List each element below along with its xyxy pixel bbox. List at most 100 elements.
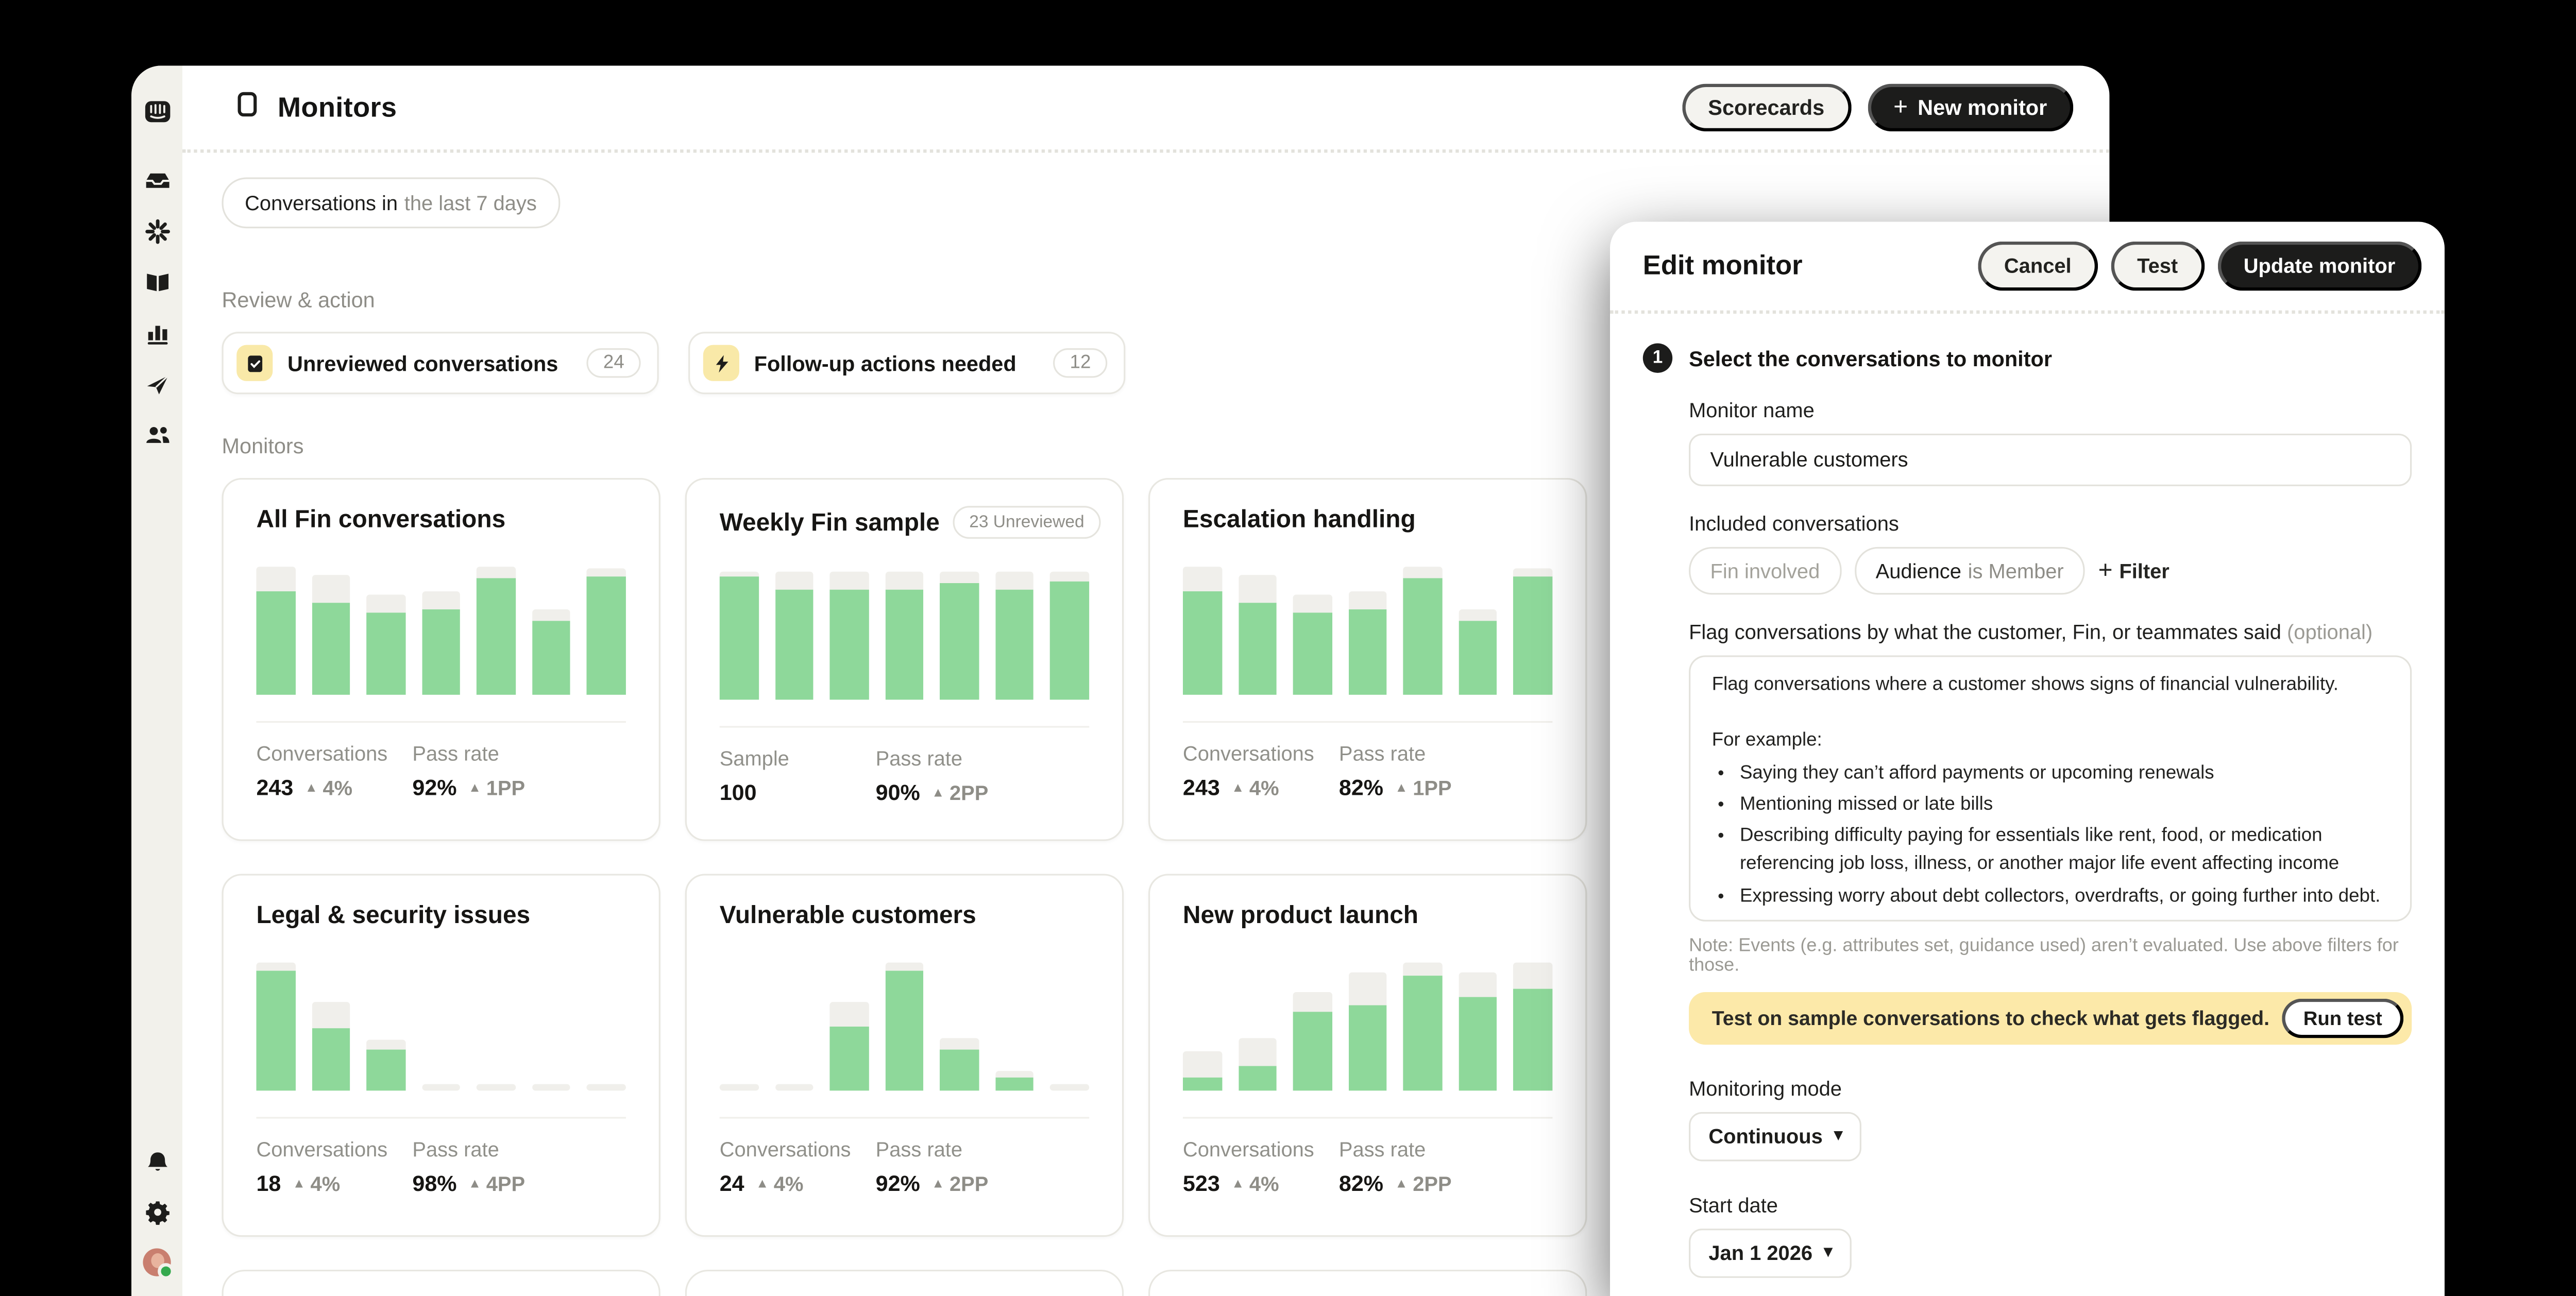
metric-delta: ▲2PP <box>931 781 988 804</box>
up-triangle-icon: ▲ <box>293 1177 306 1190</box>
audience-member-chip[interactable]: Audienceis Member <box>1854 547 2085 594</box>
up-triangle-icon: ▲ <box>468 1177 481 1190</box>
bar <box>1403 963 1442 1091</box>
bar-chart <box>256 963 625 1091</box>
fin-involved-chip[interactable]: Fin involved <box>1689 547 1841 594</box>
bar <box>256 567 295 695</box>
panel-title: Edit monitor <box>1643 250 1803 282</box>
scorecards-button[interactable]: Scorecards <box>1682 84 1851 131</box>
unreviewed-conversations-card[interactable]: Unreviewed conversations 24 <box>222 332 658 394</box>
filter-suffix: the last 7 days <box>404 191 537 214</box>
monitoring-mode-label: Monitoring mode <box>1689 1078 2412 1101</box>
events-note: Note: Events (e.g. attributes set, guida… <box>1689 936 2412 976</box>
metric-delta: ▲2PP <box>931 1172 988 1195</box>
card-metrics: Conversations 243▲4% Pass rate 82%▲1PP <box>1183 742 1552 800</box>
user-avatar[interactable] <box>143 1248 171 1276</box>
bar <box>1238 1038 1277 1090</box>
metric-delta: ▲4% <box>293 1172 340 1195</box>
monitor-card[interactable]: Escalation handling Conversations 243▲4%… <box>1148 478 1587 841</box>
metric-label: Pass rate <box>876 747 1090 771</box>
outbound-send-icon[interactable] <box>144 371 170 398</box>
card-title: Escalation handling <box>1183 506 1416 534</box>
card-top-stub <box>1148 1270 1587 1296</box>
monitor-card[interactable]: All Fin conversations Conversations 243 ▲… <box>222 478 660 841</box>
card-top-stub <box>222 1270 660 1296</box>
header-actions: Scorecards +New monitor <box>1682 84 2073 131</box>
notifications-bell-icon[interactable] <box>144 1150 170 1176</box>
settings-gear-icon[interactable] <box>144 1199 170 1225</box>
card-title: Legal & security issues <box>256 902 530 930</box>
bar <box>1514 963 1552 1091</box>
start-date-dropdown[interactable]: Jan 1 2026▾ <box>1689 1229 1852 1278</box>
card-title: Weekly Fin sample <box>720 508 940 536</box>
knowledge-book-icon[interactable] <box>144 269 170 296</box>
metric-delta: ▲4% <box>1231 1172 1279 1195</box>
cancel-button[interactable]: Cancel <box>1978 242 2098 291</box>
bar-chart <box>720 963 1089 1091</box>
step-row: 1 Select the conversations to monitor <box>1643 343 2412 372</box>
follow-up-actions-card[interactable]: Follow-up actions needed 12 <box>688 332 1125 394</box>
add-filter-button[interactable]: +Filter <box>2098 558 2170 583</box>
inbox-icon[interactable] <box>144 167 170 194</box>
panel-header: Edit monitor Cancel Test Update monitor <box>1610 221 2445 314</box>
test-button[interactable]: Test <box>2111 242 2204 291</box>
bolt-icon <box>703 345 739 381</box>
intercom-logo[interactable] <box>144 98 170 125</box>
flag-criteria-textarea[interactable]: Flag conversations where a customer show… <box>1689 655 2412 922</box>
bar <box>587 568 626 695</box>
up-triangle-icon: ▲ <box>468 781 481 794</box>
metric-value: 92% <box>876 1171 920 1196</box>
metric-label: Conversations <box>256 1138 412 1162</box>
card-divider <box>720 726 1089 727</box>
metric-delta: ▲1PP <box>468 776 525 799</box>
monitor-name-input[interactable]: Vulnerable customers <box>1689 434 2412 486</box>
metric-label: Conversations <box>256 742 412 765</box>
metric-value: 82% <box>1339 1171 1383 1196</box>
page-title: Monitors <box>278 91 397 124</box>
step-title: Select the conversations to monitor <box>1689 346 2052 370</box>
metric-label: Conversations <box>1183 742 1339 765</box>
reports-chart-icon[interactable] <box>144 320 170 347</box>
up-triangle-icon: ▲ <box>756 1177 769 1190</box>
card-header: All Fin conversations <box>256 506 625 534</box>
update-monitor-button[interactable]: Update monitor <box>2217 242 2422 291</box>
screen: Monitors Scorecards +New monitor Convers… <box>0 0 2576 1296</box>
bar <box>367 1039 405 1090</box>
monitor-card[interactable]: Legal & security issues Conversations 18… <box>222 874 660 1237</box>
fin-ai-icon[interactable] <box>144 218 170 245</box>
filter-prefix: Conversations in <box>245 191 398 214</box>
metric-label: Pass rate <box>1339 742 1553 765</box>
metric-value: 98% <box>412 1171 456 1196</box>
bar <box>995 572 1034 700</box>
card-header: Weekly Fin sample 23 Unreviewed <box>720 506 1089 539</box>
contacts-people-icon[interactable] <box>144 422 170 449</box>
metric-delta: ▲1PP <box>1395 776 1451 799</box>
metric-delta: ▲4% <box>305 776 352 799</box>
date-range-filter-chip[interactable]: Conversations in the last 7 days <box>222 177 560 228</box>
metric-primary: Conversations 24▲4% <box>720 1138 876 1196</box>
bar <box>775 1084 814 1091</box>
bar <box>1514 568 1552 695</box>
monitor-card[interactable]: New product launch Conversations 523▲4% … <box>1148 874 1587 1237</box>
included-chips-row: Fin involved Audienceis Member +Filter <box>1689 547 2412 594</box>
bar <box>422 591 461 694</box>
run-test-button[interactable]: Run test <box>2282 999 2403 1038</box>
bar <box>477 567 516 695</box>
monitor-card[interactable]: Weekly Fin sample 23 Unreviewed Sample 1… <box>685 478 1124 841</box>
review-item-label: Follow-up actions needed <box>754 351 1016 376</box>
new-monitor-button[interactable]: +New monitor <box>1867 84 2073 131</box>
metric-label: Pass rate <box>1339 1138 1553 1162</box>
bar <box>1050 1084 1089 1091</box>
bar <box>1459 973 1497 1091</box>
metric-value: 243 <box>256 775 293 800</box>
monitoring-mode-dropdown[interactable]: Continuous▾ <box>1689 1112 1862 1162</box>
bar <box>1459 609 1497 695</box>
bar <box>312 576 350 695</box>
card-title: New product launch <box>1183 902 1418 930</box>
metric-primary: Sample 100 <box>720 747 876 805</box>
flag-examples-heading: For example: <box>1712 728 2389 756</box>
included-conversations-label: Included conversations <box>1689 513 2412 536</box>
bar <box>995 1070 1034 1091</box>
bar <box>1293 992 1332 1090</box>
monitor-card[interactable]: Vulnerable customers Conversations 24▲4%… <box>685 874 1124 1237</box>
